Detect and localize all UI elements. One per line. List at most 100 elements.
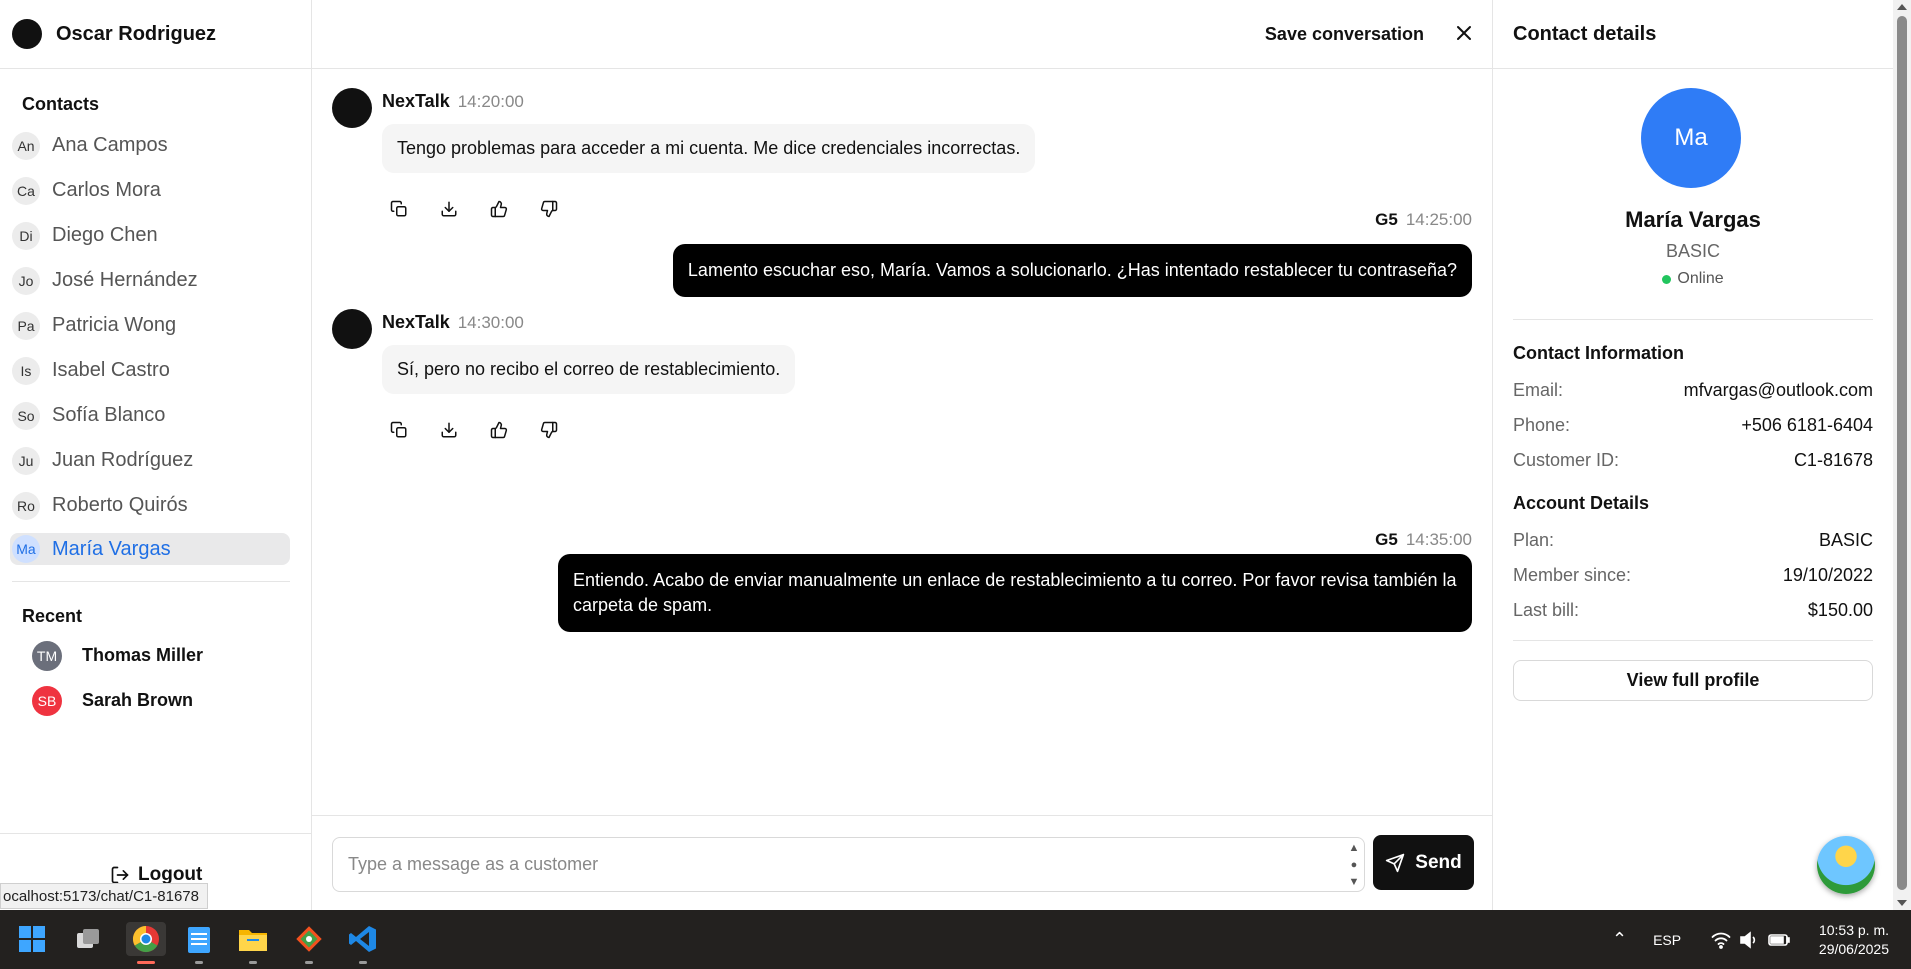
contact-item[interactable]: Is Isabel Castro <box>10 348 290 393</box>
language-indicator[interactable]: ESP <box>1653 932 1681 948</box>
taskbar-clock[interactable]: 10:53 p. m. 29/06/2025 <box>1819 921 1889 959</box>
last-bill-value: $150.00 <box>1807 600 1873 620</box>
sender-name: G5 <box>1375 530 1398 549</box>
recent-item[interactable]: SB Sarah Brown <box>0 678 311 723</box>
last-bill-label: Last bill: <box>1513 600 1580 620</box>
sender-name: NexTalk <box>382 91 450 111</box>
file-explorer-icon[interactable] <box>236 922 270 964</box>
plan-row: Plan: BASIC <box>1513 530 1873 551</box>
page-scrollbar[interactable] <box>1893 0 1911 910</box>
message-bubble-outgoing: Entiendo. Acabo de enviar manualmente un… <box>558 554 1472 632</box>
message-actions <box>390 421 558 439</box>
status-badge: Online <box>1493 270 1873 288</box>
view-full-profile-button[interactable]: View full profile <box>1513 660 1873 701</box>
contact-item[interactable]: Jo José Hernández <box>10 258 290 303</box>
status-text: Online <box>1677 270 1724 287</box>
clock-time: 10:53 p. m. <box>1818 922 1889 938</box>
message-time: 14:35:00 <box>1405 530 1472 549</box>
contact-name: Juan Rodríguez <box>52 449 194 471</box>
thumbs-up-icon[interactable] <box>490 421 508 439</box>
scroll-down-arrow-icon[interactable] <box>1897 900 1907 906</box>
contact-item[interactable]: So Sofía Blanco <box>10 393 290 438</box>
customer-id-label: Customer ID: <box>1513 450 1620 470</box>
online-dot-icon <box>1662 274 1672 284</box>
message-meta: G5 14:25:00 <box>1375 210 1472 230</box>
phone-row: Phone: +506 6181-6404 <box>1513 415 1873 436</box>
scroll-up-arrow-icon[interactable] <box>1897 4 1907 10</box>
recent-avatar: TM <box>32 640 62 671</box>
contact-item[interactable]: Ca Carlos Mora <box>10 168 290 213</box>
chrome-icon[interactable] <box>126 922 166 964</box>
contact-name: María Vargas <box>1625 207 1761 232</box>
contact-name: Sofía Blanco <box>52 404 166 426</box>
battery-icon[interactable] <box>1767 931 1791 949</box>
copy-icon[interactable] <box>390 421 408 439</box>
contact-item[interactable]: Ju Juan Rodríguez <box>10 438 290 483</box>
contact-name: Isabel Castro <box>52 359 170 381</box>
contact-avatar: Ro <box>12 491 40 520</box>
clock-date: 29/06/2025 <box>1818 941 1889 957</box>
tray-chevron-up-icon[interactable]: ⌃ <box>1612 929 1627 950</box>
contact-item[interactable]: Di Diego Chen <box>10 213 290 258</box>
scroll-thumb[interactable] <box>1897 16 1907 890</box>
message-time: 14:20:00 <box>457 92 524 111</box>
send-button[interactable]: Send <box>1373 835 1474 890</box>
task-view-icon[interactable] <box>71 922 105 956</box>
notepad-icon[interactable] <box>182 922 216 964</box>
recent-name: Thomas Miller <box>82 645 204 665</box>
thumbs-down-icon[interactable] <box>540 200 558 218</box>
chevron-up-icon: ▲ <box>1348 842 1360 854</box>
contact-name: María Vargas <box>52 537 171 560</box>
copy-icon[interactable] <box>390 200 408 218</box>
close-icon[interactable] <box>1456 22 1472 46</box>
sidebar-divider <box>12 581 290 582</box>
thumbs-up-icon[interactable] <box>490 200 508 218</box>
recent-item[interactable]: TM Thomas Miller <box>0 633 311 678</box>
details-divider <box>1513 319 1873 320</box>
assistant-launcher-icon[interactable] <box>1817 836 1875 894</box>
thumbs-down-icon[interactable] <box>540 421 558 439</box>
contact-name: Carlos Mora <box>52 179 161 201</box>
contacts-title: Contacts <box>22 94 100 114</box>
message-input[interactable] <box>332 837 1365 892</box>
volume-icon[interactable] <box>1739 930 1759 949</box>
last-bill-row: Last bill: $150.00 <box>1513 600 1873 621</box>
wifi-icon[interactable] <box>1711 931 1731 949</box>
save-conversation-button[interactable]: Save conversation <box>1265 24 1424 45</box>
phone-value: +506 6181-6404 <box>1741 415 1873 435</box>
user-avatar <box>12 19 42 49</box>
email-row: Email: mfvargas@outlook.com <box>1513 380 1873 401</box>
phone-label: Phone: <box>1513 415 1571 435</box>
chat-panel: Save conversation NexTalk 14:20:00 Tengo … <box>312 0 1493 910</box>
recent-avatar: SB <box>32 685 62 716</box>
sender-avatar <box>332 88 372 128</box>
contact-item[interactable]: An Ana Campos <box>10 123 290 168</box>
contact-name: Ana Campos <box>52 134 168 156</box>
contact-name: Roberto Quirós <box>52 494 188 516</box>
contact-avatar: Ca <box>12 176 40 205</box>
account-details-title: Account Details <box>1513 493 1650 513</box>
vscode-icon[interactable] <box>346 922 380 964</box>
contact-item[interactable]: Pa Patricia Wong <box>10 303 290 348</box>
git-app-icon[interactable] <box>292 922 326 964</box>
contact-item[interactable]: Ro Roberto Quirós <box>10 483 290 528</box>
contact-name: José Hernández <box>52 269 198 291</box>
user-name: Oscar Rodriguez <box>56 22 217 45</box>
contact-name: Diego Chen <box>52 224 158 246</box>
contact-item-active[interactable]: Ma María Vargas <box>10 533 290 565</box>
message-meta: NexTalk 14:20:00 <box>382 91 524 112</box>
member-since-label: Member since: <box>1513 565 1632 585</box>
windows-start-icon[interactable] <box>15 922 49 956</box>
message-meta: G5 14:35:00 <box>1375 530 1472 550</box>
contact-avatar-large: Ma <box>1641 88 1741 188</box>
download-icon[interactable] <box>440 200 458 218</box>
download-icon[interactable] <box>440 421 458 439</box>
contact-avatar: Pa <box>12 311 40 340</box>
input-resize-handle[interactable]: ▲ ● ▼ <box>1347 842 1361 888</box>
contact-name: Patricia Wong <box>52 314 177 336</box>
sidebar: Oscar Rodriguez Contacts An Ana Campos Ca… <box>0 0 312 910</box>
details-divider <box>1513 640 1873 641</box>
plan-badge: BASIC <box>1665 241 1721 261</box>
dot-icon: ● <box>1350 859 1358 871</box>
message-bubble-outgoing: Lamento escuchar eso, María. Vamos a sol… <box>672 244 1472 297</box>
